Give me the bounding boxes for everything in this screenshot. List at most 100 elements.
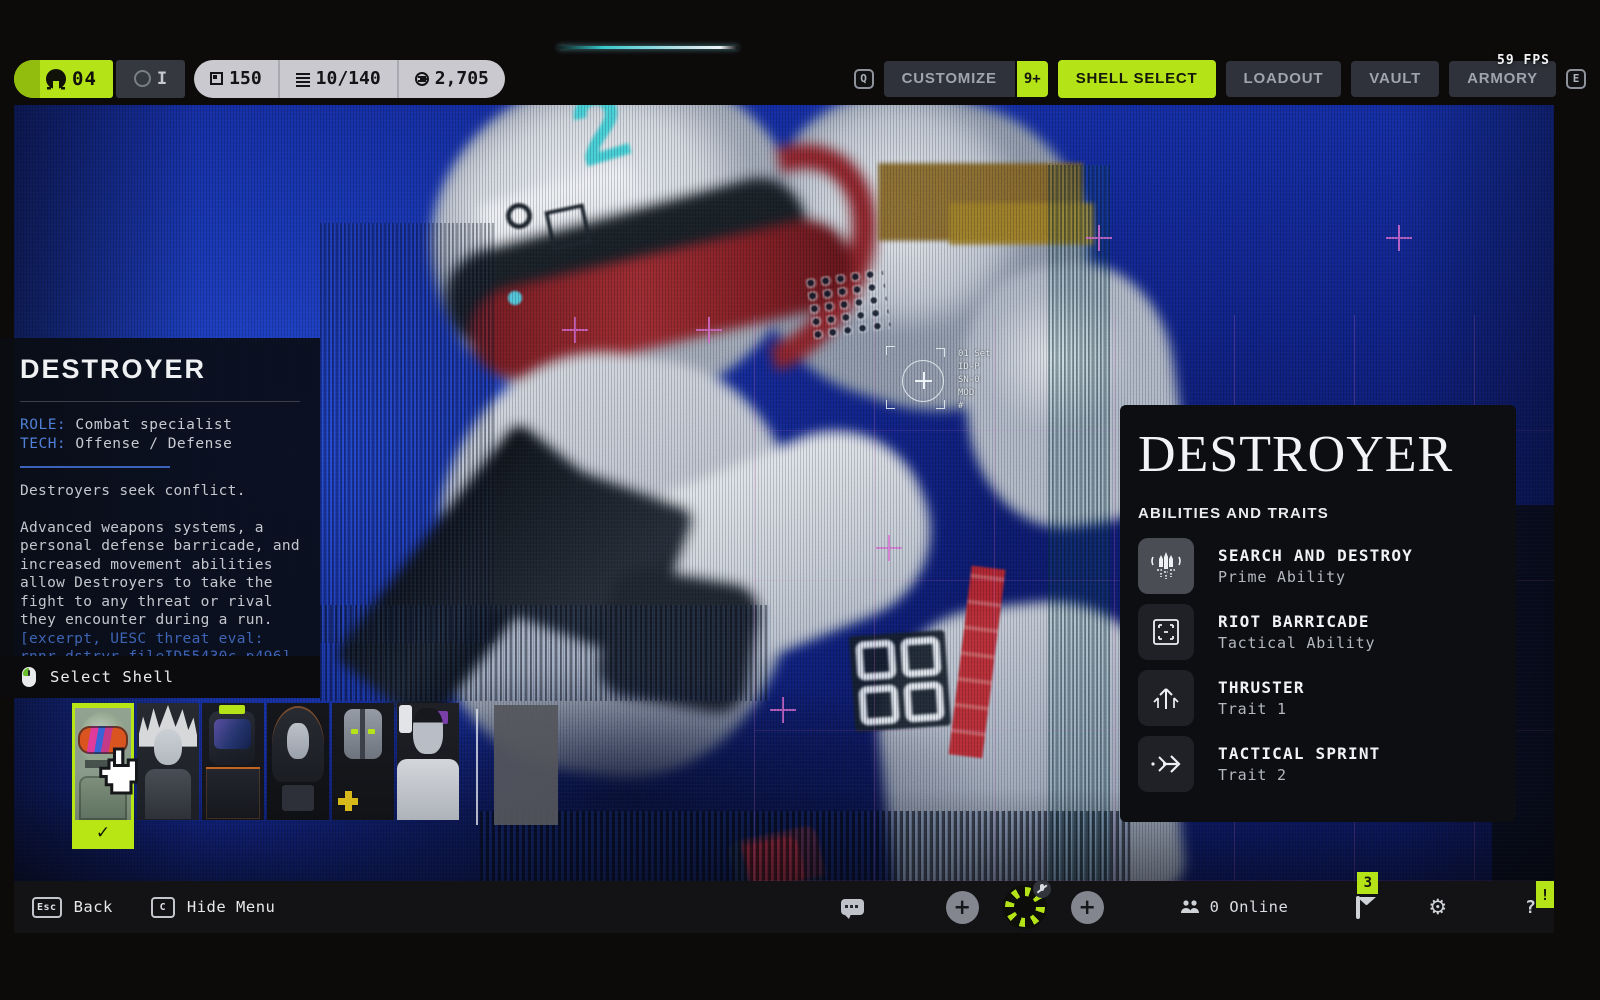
stat-currency: 2,705 [397, 60, 505, 98]
people-icon [1180, 899, 1200, 915]
tech-line: TECH: Offense / Defense [20, 435, 300, 454]
voice-wheel-button[interactable] [1005, 887, 1045, 927]
ability-row-trait2[interactable]: TACTICAL SPRINT Trait 2 [1138, 736, 1516, 792]
shell-body-text: Advanced weapons systems, a personal def… [20, 520, 300, 629]
empty-shell-slot[interactable] [494, 705, 558, 825]
tab-customize[interactable]: CUSTOMIZE [884, 61, 1015, 97]
ability-type: Tactical Ability [1218, 633, 1375, 653]
top-bar-left: 04 I 150 10/140 2,705 [14, 60, 505, 98]
shell-info-panel: DESTROYER ROLE: Combat specialist TECH: … [0, 338, 320, 656]
glitch-stripes [1048, 165, 1110, 881]
shell-avatar-5[interactable] [332, 703, 394, 820]
top-bar-nav: 59 FPS Q CUSTOMIZE 9+ SHELL SELECT LOADO… [854, 60, 1586, 98]
fps-counter: 59 FPS [1497, 53, 1550, 68]
shell-avatar-6[interactable] [397, 703, 459, 820]
shell-avatar-2[interactable] [137, 703, 199, 820]
role-value: Combat specialist [75, 417, 232, 433]
stat-capacity: 10/140 [278, 60, 397, 98]
divider [20, 401, 300, 402]
volume-down-button[interactable]: + [946, 891, 979, 924]
ability-row-prime[interactable]: SEARCH AND DESTROY Prime Ability [1138, 538, 1516, 594]
blue-underline [20, 466, 170, 468]
chat-icon[interactable] [841, 899, 864, 915]
round-counter-pill: 04 [14, 60, 113, 98]
tech-label: TECH: [20, 436, 66, 452]
ability-name: SEARCH AND DESTROY [1218, 545, 1413, 567]
shell-name-title: DESTROYER [20, 354, 300, 385]
mail-button[interactable]: 3 [1356, 898, 1360, 917]
bottom-bar-hints: Esc Back C Hide Menu [32, 897, 275, 918]
ability-row-trait1[interactable]: THRUSTER Trait 1 [1138, 670, 1516, 726]
ability-text: RIOT BARRICADE Tactical Ability [1218, 611, 1375, 653]
mail-badge: 3 [1357, 872, 1378, 894]
ability-type: Trait 2 [1218, 765, 1381, 785]
ability-row-tactical[interactable]: RIOT BARRICADE Tactical Ability [1138, 604, 1516, 660]
glitch-stripes [320, 223, 495, 643]
slot-divider-line [476, 709, 478, 825]
select-shell-action[interactable]: Select Shell [0, 656, 320, 698]
ability-text: SEARCH AND DESTROY Prime Ability [1218, 545, 1413, 587]
phase-ring-icon [134, 70, 151, 87]
esc-key-icon: Esc [32, 897, 62, 918]
selected-check-icon: ✓ [72, 820, 134, 846]
volume-up-button[interactable]: + [1071, 891, 1104, 924]
mouse-left-click-icon [22, 667, 36, 687]
ability-text: THRUSTER Trait 1 [1218, 677, 1305, 719]
barricade-icon [1138, 604, 1194, 660]
stat-health: 150 [194, 60, 278, 98]
helmet-dot-marking [508, 291, 522, 305]
qr-decal [849, 630, 951, 732]
thruster-icon [1138, 670, 1194, 726]
ability-name: TACTICAL SPRINT [1218, 743, 1381, 765]
ability-type: Prime Ability [1218, 567, 1413, 587]
settings-gear-icon[interactable]: ⚙ [1428, 897, 1447, 918]
grid-cross-marker [770, 697, 796, 723]
resource-stats: 150 10/140 2,705 [194, 60, 505, 98]
back-label: Back [74, 898, 113, 916]
alert-badge: ! [1536, 881, 1554, 908]
grid-cross-marker [1086, 225, 1112, 251]
tab-customize-group: CUSTOMIZE 9+ [884, 61, 1048, 97]
ability-type: Trait 1 [1218, 699, 1305, 719]
phase-toggle[interactable]: I [116, 60, 185, 98]
role-line: ROLE: Combat specialist [20, 416, 300, 435]
layers-icon [296, 77, 310, 79]
grid-cross-marker [696, 317, 722, 343]
glitch-line [558, 46, 738, 49]
select-shell-label: Select Shell [50, 668, 174, 686]
key-hint-e: E [1566, 69, 1586, 89]
shell-avatar-1-selected[interactable]: ✓ [72, 703, 134, 849]
tab-vault[interactable]: VAULT [1351, 61, 1439, 97]
round-counter: 04 I [14, 60, 185, 98]
customize-badge: 9+ [1017, 61, 1048, 97]
round-number: 04 [72, 68, 97, 90]
shell-avatar-4[interactable] [267, 703, 329, 820]
glitch-stripes [320, 605, 770, 701]
tab-shell-select[interactable]: SHELL SELECT [1058, 60, 1216, 98]
shell-tagline: Destroyers seek conflict. [20, 482, 300, 501]
tab-loadout[interactable]: LOADOUT [1226, 61, 1342, 97]
c-key-icon: C [151, 897, 175, 918]
orb-icon [415, 72, 429, 86]
mic-muted-icon [1033, 880, 1051, 898]
top-bar: 04 I 150 10/140 2,705 [14, 59, 1586, 98]
abilities-panel: DESTROYER ABILITIES AND TRAITS SEARCH AN… [1120, 405, 1516, 822]
stat-currency-value: 2,705 [435, 68, 489, 89]
missiles-icon [1138, 538, 1194, 594]
grid-cross-marker [562, 317, 588, 343]
hide-menu-action[interactable]: C Hide Menu [151, 897, 276, 918]
bottom-bar: Esc Back C Hide Menu + + 0 Online [14, 881, 1554, 933]
grid-icon [210, 72, 223, 85]
grid-cross-marker [876, 535, 902, 561]
crosshair-readout: 01 Set ID-P SN-0 MOD # [958, 348, 991, 413]
dot-matrix-decal [805, 268, 891, 340]
online-status: 0 Online [1180, 898, 1289, 916]
abilities-heading: ABILITIES AND TRAITS [1138, 505, 1516, 522]
stat-capacity-value: 10/140 [316, 68, 381, 89]
shell-avatar-3[interactable] [202, 703, 264, 820]
back-action[interactable]: Esc Back [32, 897, 113, 918]
role-label: ROLE: [20, 417, 66, 433]
bottom-bar-actions: + + 0 Online 3 ⚙ ? [841, 887, 1536, 927]
grid-cross-marker [1386, 225, 1412, 251]
help-button[interactable]: ? [1525, 897, 1536, 918]
